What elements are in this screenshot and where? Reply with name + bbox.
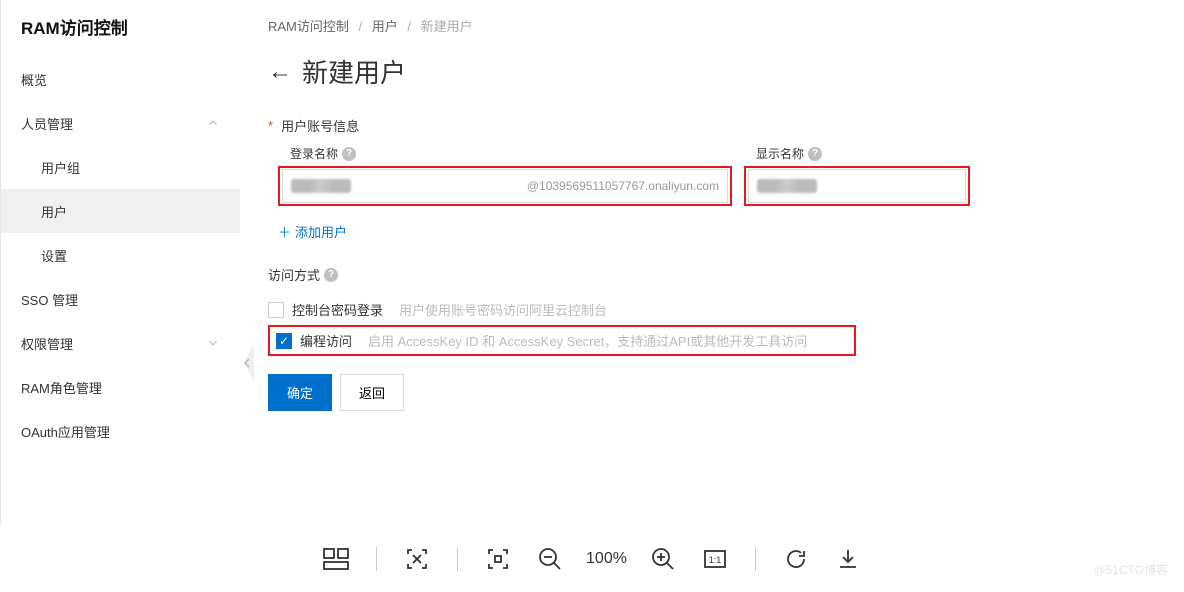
zoom-out-icon[interactable] — [534, 543, 566, 575]
add-user-button[interactable]: ＋ 添加用户 — [268, 216, 1164, 259]
sidebar-item-personnel[interactable]: 人员管理 — [1, 101, 240, 145]
help-icon[interactable]: ? — [342, 147, 356, 161]
display-name-label: 显示名称 ? — [744, 145, 970, 162]
redacted-text — [291, 179, 351, 193]
account-section-label: * 用户账号信息 — [268, 116, 1164, 135]
fit-screen-icon[interactable] — [482, 543, 514, 575]
program-access-highlight: ✓ 编程访问 启用 AccessKey ID 和 AccessKey Secre… — [268, 325, 856, 356]
sidebar-item-oauth[interactable]: OAuth应用管理 — [1, 409, 240, 453]
sidebar: RAM访问控制 概览 人员管理 用户组 用户 设置 SSO 管理 权限管理 RA… — [0, 0, 240, 524]
help-icon[interactable]: ? — [808, 147, 822, 161]
main-content: RAM访问控制 / 用户 / 新建用户 ← 新建用户 * 用户账号信息 登录名称… — [240, 0, 1184, 524]
back-button[interactable]: 返回 — [340, 374, 404, 411]
svg-text:1:1: 1:1 — [709, 555, 722, 565]
access-section-label: 访问方式 ? — [268, 265, 1164, 284]
sidebar-item-overview[interactable]: 概览 — [1, 57, 240, 101]
zoom-in-icon[interactable] — [647, 543, 679, 575]
layout-icon[interactable] — [320, 543, 352, 575]
sidebar-title: RAM访问控制 — [1, 0, 240, 57]
program-checkbox[interactable]: ✓ — [276, 333, 292, 349]
login-suffix: @1039569511057767.onaliyun.com — [527, 179, 719, 193]
sidebar-item-sso[interactable]: SSO 管理 — [1, 277, 240, 321]
display-name-input[interactable] — [748, 169, 966, 203]
breadcrumb-root[interactable]: RAM访问控制 — [268, 19, 349, 34]
back-arrow-icon[interactable]: ← — [268, 58, 292, 86]
program-access-row[interactable]: ✓ 编程访问 启用 AccessKey ID 和 AccessKey Secre… — [276, 331, 807, 350]
login-name-input[interactable]: @1039569511057767.onaliyun.com — [282, 169, 728, 203]
download-icon[interactable] — [832, 543, 864, 575]
console-login-row[interactable]: 控制台密码登录 用户使用账号密码访问阿里云控制台 — [268, 294, 1164, 325]
login-name-label: 登录名称 ? — [278, 145, 732, 162]
page-title: 新建用户 — [302, 53, 406, 90]
help-icon[interactable]: ? — [324, 268, 338, 282]
plus-icon: ＋ — [278, 222, 291, 241]
sidebar-item-permissions[interactable]: 权限管理 — [1, 321, 240, 365]
scan-icon[interactable] — [401, 543, 433, 575]
chevron-up-icon — [206, 116, 220, 130]
sidebar-item-user-groups[interactable]: 用户组 — [1, 145, 240, 189]
sidebar-item-settings[interactable]: 设置 — [1, 233, 240, 277]
redacted-text — [757, 179, 817, 193]
breadcrumb-current: 新建用户 — [421, 19, 473, 34]
console-checkbox[interactable] — [268, 302, 284, 318]
login-name-highlight: @1039569511057767.onaliyun.com — [278, 166, 732, 206]
rotate-icon[interactable] — [780, 543, 812, 575]
zoom-level: 100% — [586, 550, 627, 568]
chevron-down-icon — [206, 336, 220, 350]
breadcrumb-mid[interactable]: 用户 — [372, 19, 398, 34]
sidebar-collapse-handle[interactable] — [240, 345, 254, 381]
sidebar-item-ram-roles[interactable]: RAM角色管理 — [1, 365, 240, 409]
confirm-button[interactable]: 确定 — [268, 374, 332, 411]
breadcrumb: RAM访问控制 / 用户 / 新建用户 — [268, 12, 1164, 53]
watermark: @51CTO博客 — [1093, 561, 1168, 578]
actual-size-icon[interactable]: 1:1 — [699, 543, 731, 575]
bottom-toolbar: 100% 1:1 — [0, 524, 1184, 592]
sidebar-item-users[interactable]: 用户 — [1, 189, 240, 233]
display-name-highlight — [744, 166, 970, 206]
